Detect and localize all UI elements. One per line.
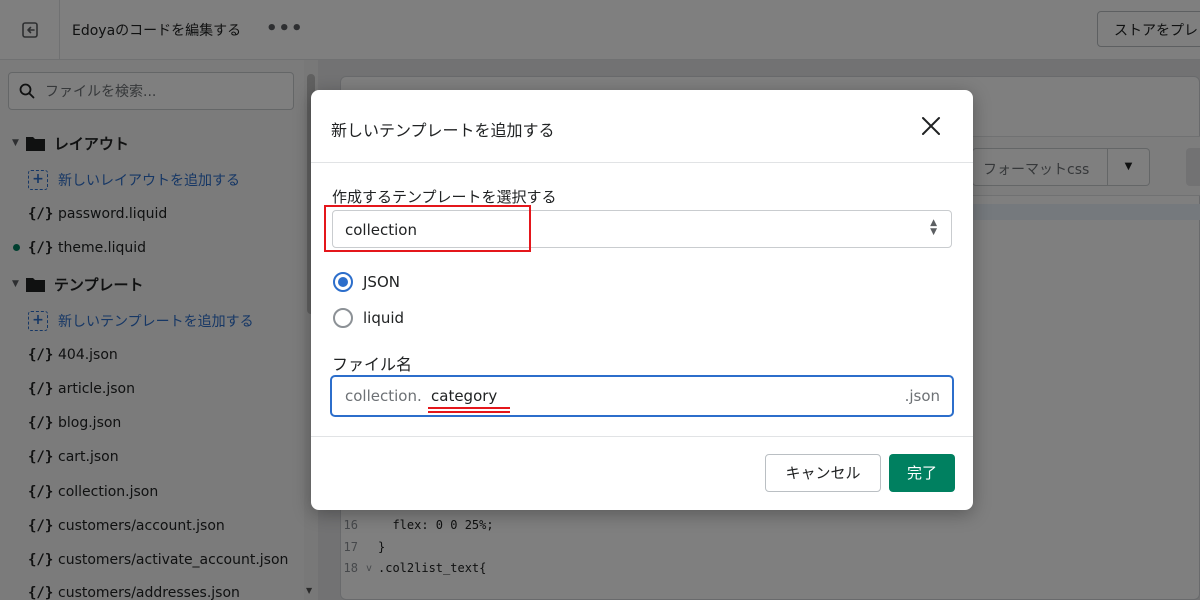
radio-json-label: JSON (363, 273, 400, 291)
annotation-underline (428, 411, 510, 413)
cancel-button[interactable]: キャンセル (765, 454, 881, 492)
radio-button-checked[interactable] (333, 272, 353, 292)
close-icon (922, 117, 940, 135)
filename-input[interactable]: collection. category .json (330, 375, 954, 417)
radio-button[interactable] (333, 308, 353, 328)
close-button[interactable] (917, 112, 945, 140)
filename-value: category (431, 387, 498, 405)
radio-liquid-label: liquid (363, 309, 405, 327)
done-button[interactable]: 完了 (889, 454, 955, 492)
filename-prefix: collection. (345, 387, 422, 405)
add-template-modal: 新しいテンプレートを追加する 作成するテンプレートを選択する collectio… (311, 90, 973, 510)
radio-liquid[interactable]: liquid (333, 306, 404, 330)
annotation-highlight-box (324, 205, 531, 252)
modal-title: 新しいテンプレートを追加する (331, 121, 555, 140)
radio-json[interactable]: JSON (333, 270, 400, 294)
modal-header: 新しいテンプレートを追加する (311, 90, 973, 163)
template-select-label: 作成するテンプレートを選択する (332, 188, 557, 206)
annotation-underline (428, 407, 510, 409)
filename-suffix: .json (904, 387, 940, 405)
filename-label: ファイル名 (332, 355, 413, 374)
select-arrows-icon: ▲ ▼ (930, 218, 937, 237)
